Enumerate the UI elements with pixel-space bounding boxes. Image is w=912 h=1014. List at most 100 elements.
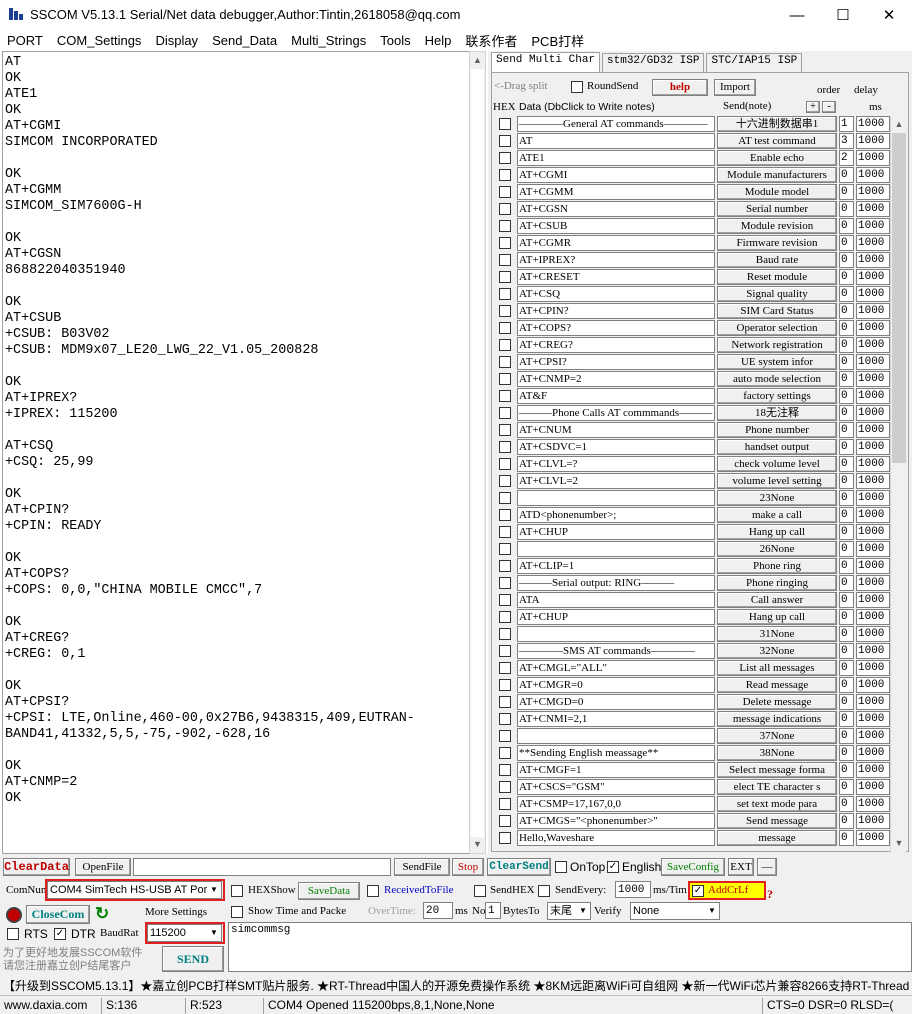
command-delay-input[interactable]: 1000 — [856, 456, 890, 472]
command-data-input[interactable]: AT — [517, 133, 715, 149]
hex-checkbox[interactable] — [499, 424, 511, 436]
scroll-up-icon[interactable]: ▲ — [470, 52, 485, 69]
command-order-input[interactable]: 0 — [839, 660, 854, 676]
command-data-input[interactable]: AT+CPSI? — [517, 354, 715, 370]
hex-checkbox[interactable] — [499, 526, 511, 538]
command-order-input[interactable]: 0 — [839, 201, 854, 217]
command-order-input[interactable]: 0 — [839, 558, 854, 574]
command-delay-input[interactable]: 1000 — [856, 320, 890, 336]
command-data-input[interactable]: **Sending English meassage** — [517, 745, 715, 761]
chevron-down-icon[interactable]: ▼ — [705, 903, 719, 919]
hex-checkbox[interactable] — [499, 832, 511, 844]
command-order-input[interactable]: 0 — [839, 779, 854, 795]
command-data-input[interactable]: Hello,Waveshare — [517, 830, 715, 846]
command-data-input[interactable]: AT+CSQ — [517, 286, 715, 302]
command-order-input[interactable]: 0 — [839, 337, 854, 353]
command-send-button[interactable]: List all messages — [717, 660, 837, 676]
on-top-checkbox[interactable] — [555, 861, 567, 873]
overtime-input[interactable] — [423, 902, 453, 919]
menu-display[interactable]: Display — [148, 33, 205, 48]
hex-checkbox[interactable] — [499, 237, 511, 249]
tab-stm32-isp[interactable]: stm32/GD32 ISP — [602, 53, 705, 72]
command-data-input[interactable]: AT+CGMM — [517, 184, 715, 200]
command-delay-input[interactable]: 1000 — [856, 711, 890, 727]
hex-checkbox[interactable] — [499, 713, 511, 725]
command-data-input[interactable]: AT+CLIP=1 — [517, 558, 715, 574]
hex-checkbox[interactable] — [499, 169, 511, 181]
tab-send-multi-char[interactable]: Send Multi Char — [491, 52, 601, 73]
command-send-button[interactable]: Phone ring — [717, 558, 837, 574]
close-button[interactable]: ✕ — [866, 0, 912, 30]
command-order-input[interactable]: 0 — [839, 167, 854, 183]
command-data-input[interactable]: AT+CMGL="ALL" — [517, 660, 715, 676]
command-send-button[interactable]: Call answer — [717, 592, 837, 608]
command-delay-input[interactable]: 1000 — [856, 439, 890, 455]
scroll-down-icon[interactable]: ▼ — [891, 835, 907, 852]
command-order-input[interactable]: 0 — [839, 490, 854, 506]
command-delay-input[interactable]: 1000 — [856, 133, 890, 149]
command-send-button[interactable]: 31None — [717, 626, 837, 642]
add-row-button[interactable]: + — [806, 101, 820, 113]
scroll-thumb[interactable] — [892, 133, 906, 463]
hex-checkbox[interactable] — [499, 118, 511, 130]
menu-tools[interactable]: Tools — [373, 33, 417, 48]
command-delay-input[interactable]: 1000 — [856, 167, 890, 183]
command-send-button[interactable]: Hang up call — [717, 609, 837, 625]
command-order-input[interactable]: 0 — [839, 354, 854, 370]
hex-checkbox[interactable] — [499, 152, 511, 164]
command-data-input[interactable]: AT+CGSN — [517, 201, 715, 217]
command-send-button[interactable]: 十六进制数据串1 — [717, 116, 837, 132]
command-order-input[interactable]: 0 — [839, 388, 854, 404]
send-button[interactable]: SEND — [162, 946, 224, 972]
command-order-input[interactable]: 0 — [839, 320, 854, 336]
command-send-button[interactable]: Phone ringing — [717, 575, 837, 591]
help-question[interactable]: ? — [767, 887, 773, 902]
hex-checkbox[interactable] — [499, 560, 511, 572]
command-send-button[interactable]: volume level setting — [717, 473, 837, 489]
command-delay-input[interactable]: 1000 — [856, 728, 890, 744]
command-send-button[interactable]: 23None — [717, 490, 837, 506]
maximize-button[interactable]: ☐ — [820, 0, 866, 30]
hex-checkbox[interactable] — [499, 747, 511, 759]
send-every-input[interactable] — [615, 881, 651, 898]
command-delay-input[interactable]: 1000 — [856, 507, 890, 523]
open-file-button[interactable]: OpenFile — [75, 858, 131, 876]
command-data-input[interactable]: AT+CMGR=0 — [517, 677, 715, 693]
command-delay-input[interactable]: 1000 — [856, 592, 890, 608]
command-delay-input[interactable]: 1000 — [856, 388, 890, 404]
command-send-button[interactable]: 37None — [717, 728, 837, 744]
hex-checkbox[interactable] — [499, 645, 511, 657]
send-file-button[interactable]: SendFile — [394, 858, 450, 876]
command-send-button[interactable]: elect TE character s — [717, 779, 837, 795]
command-order-input[interactable]: 0 — [839, 507, 854, 523]
menu-contact-author[interactable]: 联系作者 — [458, 31, 524, 50]
command-order-input[interactable]: 0 — [839, 626, 854, 642]
command-send-button[interactable]: Signal quality — [717, 286, 837, 302]
show-time-checkbox[interactable] — [231, 906, 243, 918]
command-order-input[interactable]: 0 — [839, 728, 854, 744]
command-order-input[interactable]: 0 — [839, 813, 854, 829]
command-send-button[interactable]: Reset module — [717, 269, 837, 285]
hex-checkbox[interactable] — [499, 492, 511, 504]
no-input[interactable] — [485, 902, 501, 919]
hex-checkbox[interactable] — [499, 611, 511, 623]
hex-checkbox[interactable] — [499, 509, 511, 521]
command-order-input[interactable]: 0 — [839, 575, 854, 591]
command-send-button[interactable]: message indications — [717, 711, 837, 727]
command-send-button[interactable]: factory settings — [717, 388, 837, 404]
clear-data-button[interactable]: ClearData — [3, 858, 70, 876]
hex-checkbox[interactable] — [499, 543, 511, 555]
send-hex-checkbox[interactable] — [474, 885, 486, 897]
command-order-input[interactable]: 0 — [839, 422, 854, 438]
hex-checkbox[interactable] — [499, 696, 511, 708]
command-order-input[interactable]: 0 — [839, 473, 854, 489]
command-send-button[interactable]: Hang up call — [717, 524, 837, 540]
command-send-button[interactable]: Network registration — [717, 337, 837, 353]
hex-checkbox[interactable] — [499, 373, 511, 385]
command-data-input[interactable]: AT+COPS? — [517, 320, 715, 336]
menu-help[interactable]: Help — [418, 33, 459, 48]
command-send-button[interactable]: 26None — [717, 541, 837, 557]
command-data-input[interactable]: AT+CNUM — [517, 422, 715, 438]
add-crlf-highlight[interactable]: ✓ AddCrLf — [688, 881, 766, 900]
import-button[interactable]: Import — [714, 79, 756, 96]
